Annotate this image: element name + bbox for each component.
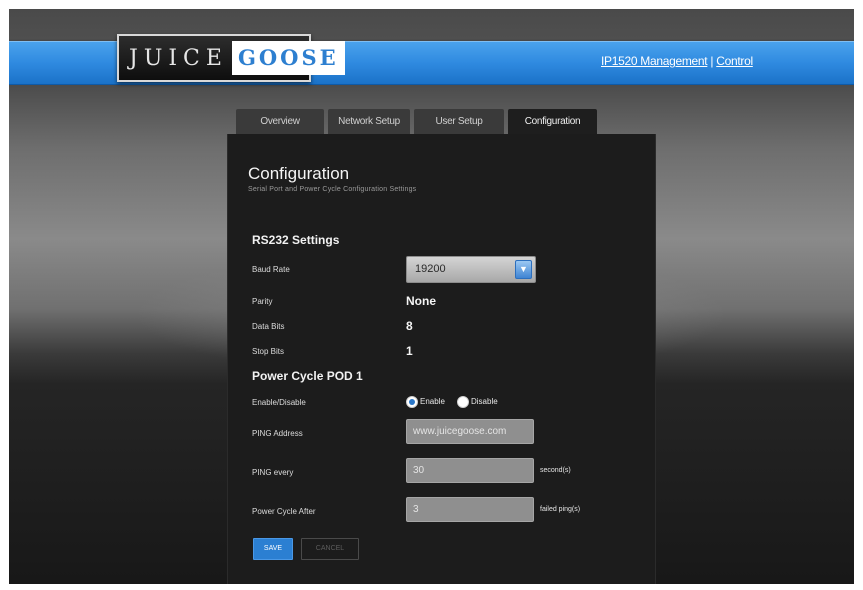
logo-word-juice: JUICE: [129, 45, 228, 71]
control-link[interactable]: Control: [716, 54, 753, 68]
chevron-down-icon[interactable]: ▼: [515, 260, 532, 279]
data-bits-value: 8: [406, 319, 413, 333]
parity-value: None: [406, 294, 436, 308]
header-separator: |: [710, 54, 714, 68]
power-cycle-after-input[interactable]: 3: [406, 497, 534, 522]
tab-overview[interactable]: Overview: [236, 109, 324, 134]
enable-radio-label[interactable]: Enable: [420, 397, 445, 406]
baud-rate-select[interactable]: 19200 ▼: [406, 256, 536, 283]
disable-radio[interactable]: [457, 396, 469, 408]
power-cycle-after-label: Power Cycle After: [252, 507, 316, 516]
enable-disable-radio-group: Enable Disable: [406, 396, 526, 410]
ping-address-input[interactable]: www.juicegoose.com: [406, 419, 534, 444]
baud-rate-label: Baud Rate: [252, 265, 290, 274]
ping-every-unit: second(s): [540, 467, 571, 474]
header-links: IP1520 Management | Control: [601, 54, 753, 68]
page-subtitle: Serial Port and Power Cycle Configuratio…: [248, 186, 417, 193]
tab-user-setup[interactable]: User Setup: [414, 109, 504, 134]
ping-every-label: PING every: [252, 468, 294, 477]
power-cycle-after-unit: failed ping(s): [540, 506, 581, 513]
stop-bits-label: Stop Bits: [252, 347, 285, 356]
cancel-button[interactable]: CANCEL: [301, 538, 359, 560]
tab-network-setup[interactable]: Network Setup: [328, 109, 410, 134]
enable-disable-label: Enable/Disable: [252, 398, 306, 407]
data-bits-label: Data Bits: [252, 322, 285, 331]
tab-configuration[interactable]: Configuration: [508, 109, 597, 134]
baud-rate-value: 19200: [415, 263, 446, 275]
disable-radio-label[interactable]: Disable: [471, 397, 498, 406]
enable-radio[interactable]: [406, 396, 418, 408]
ping-every-input[interactable]: 30: [406, 458, 534, 483]
configuration-panel: Configuration Serial Port and Power Cycl…: [227, 134, 656, 584]
stop-bits-value: 1: [406, 344, 413, 358]
parity-label: Parity: [252, 297, 273, 306]
page-title: Configuration: [248, 164, 350, 183]
power-cycle-heading: Power Cycle POD 1: [252, 369, 363, 383]
save-button[interactable]: SAVE: [253, 538, 293, 560]
juice-goose-logo: JUICE GOOSE: [117, 34, 345, 82]
rs232-heading: RS232 Settings: [252, 233, 340, 247]
app-frame: JUICE GOOSE IP1520 Management | Control …: [9, 9, 854, 584]
logo-word-goose: GOOSE: [231, 41, 345, 75]
management-link[interactable]: IP1520 Management: [601, 54, 708, 68]
ping-address-label: PING Address: [252, 429, 303, 438]
